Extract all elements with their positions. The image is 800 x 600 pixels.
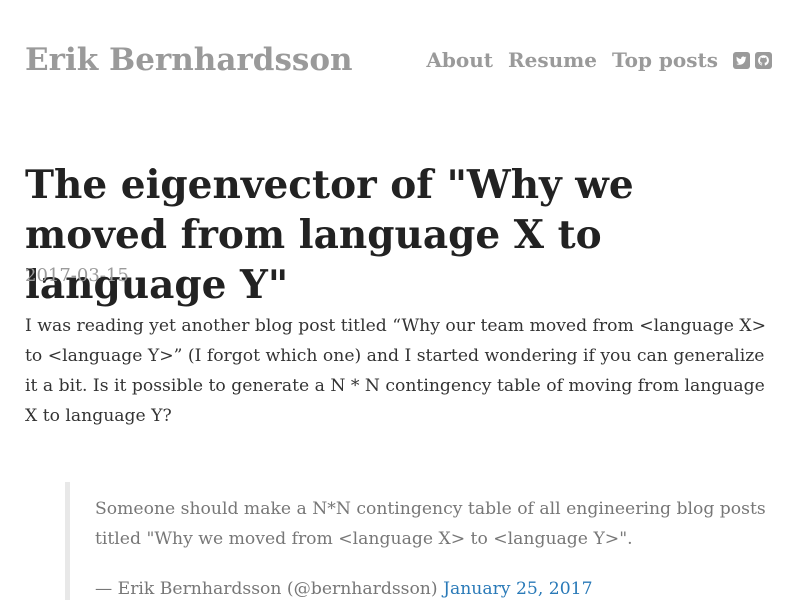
tweet-date-link[interactable]: January 25, 2017 [443,579,592,599]
main-nav: About Resume Top posts [426,48,772,72]
site-title[interactable]: Erik Bernhardsson [25,42,353,78]
twitter-icon[interactable] [733,51,750,69]
embedded-tweet: Someone should make a N*N contingency ta… [65,482,800,600]
social-links [733,51,772,69]
tweet-author: — Erik Bernhardsson (@bernhardsson) [95,579,438,600]
post-title: The eigenvector of "Why we moved from la… [25,162,634,308]
tweet-text: Someone should make a N*N contingency ta… [95,499,766,550]
nav-about-link[interactable]: About [426,48,493,72]
tweet-attribution: — Erik Bernhardsson (@bernhardsson) Janu… [95,574,800,600]
nav-top-posts-link[interactable]: Top posts [612,48,718,72]
post-intro-paragraph: I was reading yet another blog post titl… [25,316,767,426]
github-icon[interactable] [755,51,772,69]
post-date: 2017-03-15 [25,265,129,286]
nav-resume-link[interactable]: Resume [508,48,597,72]
